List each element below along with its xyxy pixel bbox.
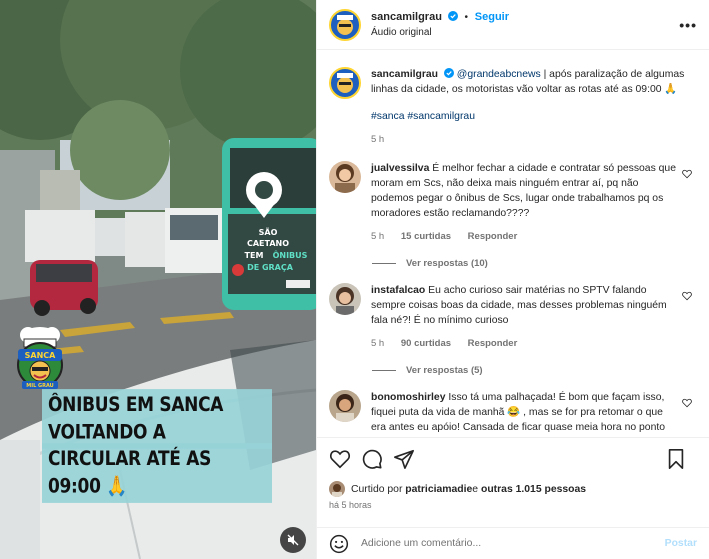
sanca-logo-badge: SANCA MIL GRAU <box>10 325 72 391</box>
post-comment-button[interactable]: Postar <box>665 538 697 549</box>
bus-text-1: SÃO <box>259 227 278 237</box>
bookmark-icon[interactable] <box>665 448 687 470</box>
bus-text-3: TEM <box>245 251 264 260</box>
avatar[interactable] <box>329 8 361 41</box>
avatar[interactable] <box>329 67 361 99</box>
view-replies-label: Ver respostas (5) <box>406 365 483 376</box>
post-action-bar <box>317 437 709 479</box>
bus-text-4: ÔNIBUS <box>273 249 308 260</box>
liked-by-and: e <box>472 483 479 495</box>
view-replies-button[interactable]: Ver respostas (10) <box>372 258 697 269</box>
post-side-panel: sancamilgrau • Seguir Áudio original •••… <box>316 0 709 559</box>
comment-likes[interactable]: 90 curtidas <box>401 338 451 349</box>
caption-line-2: CIRCULAR ATÉ AS 09:00 🙏 <box>42 443 272 503</box>
likes-summary: Curtido por patriciamadie e outras 1.015… <box>329 481 697 497</box>
comment-item: instafalcao Eu acho curioso sair matéria… <box>329 283 697 351</box>
comment-item: bonomoshirley Isso tá uma palhaçada! É b… <box>329 390 697 435</box>
badge-text-bottom: MIL GRAU <box>26 383 54 389</box>
reply-button[interactable]: Responder <box>468 338 518 349</box>
view-replies-button[interactable]: Ver respostas (5) <box>372 365 697 376</box>
avatar[interactable] <box>329 481 345 497</box>
post-video[interactable]: SÃO CAETANO TEM ÔNIBUS DE GRAÇA SANCA MI… <box>0 0 316 559</box>
comment-icon[interactable] <box>361 448 383 470</box>
add-comment-bar: Postar <box>317 527 709 559</box>
caption-mention[interactable]: @grandeabcnews <box>457 69 541 80</box>
header-username[interactable]: sancamilgrau <box>371 11 442 23</box>
verified-badge-icon <box>447 10 458 21</box>
header-separator: • <box>464 11 468 23</box>
caption-time[interactable]: 5 h <box>371 134 384 145</box>
bus-text-5: DE GRAÇA <box>247 263 294 272</box>
speaker-muted-icon <box>287 534 299 546</box>
video-caption: ÔNIBUS EM SANCA VOLTANDO A CIRCULAR ATÉ … <box>42 389 272 503</box>
view-replies-label: Ver respostas (10) <box>406 258 488 269</box>
post-header: sancamilgrau • Seguir Áudio original ••• <box>317 0 709 50</box>
comment-likes[interactable]: 15 curtidas <box>401 231 451 242</box>
comment-item: jualvessilva É melhor fechar a cidade e … <box>329 161 697 244</box>
like-heart-icon[interactable] <box>329 448 351 470</box>
heart-icon[interactable] <box>682 169 692 179</box>
liked-by-others[interactable]: outras 1.015 pessoas <box>481 484 586 495</box>
more-options-icon[interactable]: ••• <box>679 17 697 33</box>
comment-time[interactable]: 5 h <box>371 338 384 349</box>
follow-button[interactable]: Seguir <box>475 11 509 23</box>
comments-scroll[interactable]: sancamilgrau @grandeabcnews | após paral… <box>317 51 709 436</box>
bus-text-2: CAETANO <box>247 239 289 248</box>
avatar[interactable] <box>329 283 361 315</box>
liked-by-prefix: Curtido por <box>351 483 403 495</box>
caption-line-1: ÔNIBUS EM SANCA VOLTANDO A <box>42 389 272 449</box>
caption-username[interactable]: sancamilgrau <box>371 69 438 80</box>
badge-text-top: SANCA <box>25 351 57 360</box>
share-icon[interactable] <box>393 448 415 470</box>
audio-label[interactable]: Áudio original <box>371 25 509 40</box>
emoji-icon[interactable] <box>329 534 349 554</box>
comment-username[interactable]: instafalcao <box>371 285 425 296</box>
heart-icon[interactable] <box>682 291 692 301</box>
heart-icon[interactable] <box>682 398 692 408</box>
comment-time[interactable]: 5 h <box>371 231 384 242</box>
avatar[interactable] <box>329 390 361 422</box>
comment-username[interactable]: bonomoshirley <box>371 392 445 403</box>
avatar[interactable] <box>329 161 361 193</box>
reply-button[interactable]: Responder <box>468 231 518 242</box>
post-time-ago[interactable]: há 5 horas <box>329 500 372 510</box>
mute-button[interactable] <box>280 527 306 553</box>
post-caption: sancamilgrau @grandeabcnews | após paral… <box>329 67 697 147</box>
caption-hashtags[interactable]: #sanca #sancamilgrau <box>371 109 697 124</box>
verified-badge-icon <box>443 68 454 78</box>
comment-input[interactable] <box>361 538 665 549</box>
comment-username[interactable]: jualvessilva <box>371 163 429 174</box>
liked-by-user[interactable]: patriciamadie <box>405 484 472 495</box>
